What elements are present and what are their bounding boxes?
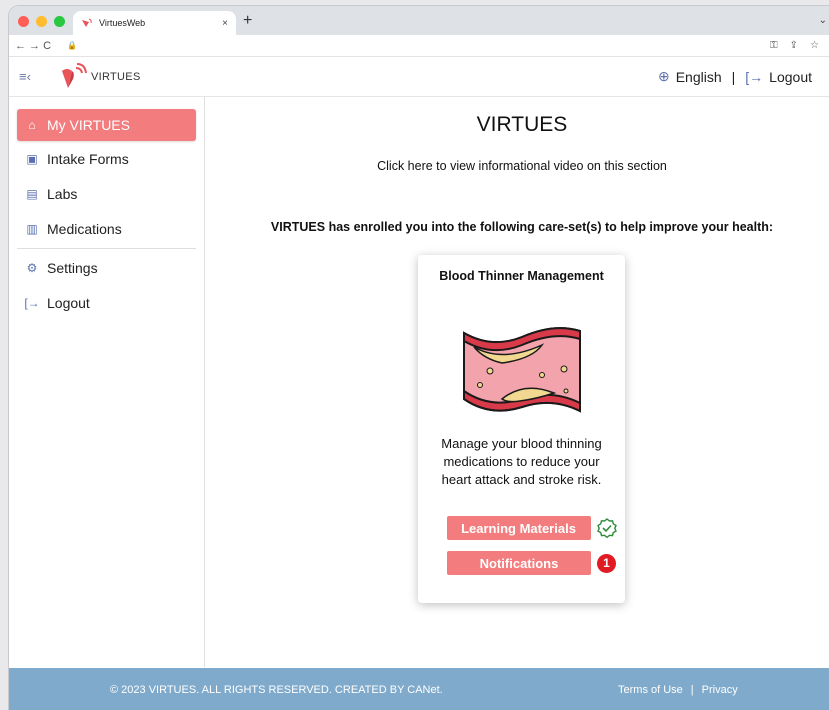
- sidebar-item-labs[interactable]: ▤ Labs: [17, 177, 196, 211]
- privacy-link[interactable]: Privacy: [702, 684, 738, 696]
- notifications-row: Notifications 1: [438, 551, 625, 575]
- tab-close-icon[interactable]: ×: [222, 18, 228, 29]
- sidebar-item-settings[interactable]: ⚙ Settings: [17, 251, 196, 285]
- language-selector[interactable]: English: [676, 69, 722, 85]
- sidebar-item-label: Intake Forms: [47, 151, 129, 167]
- informational-video-link[interactable]: Click here to view informational video o…: [205, 159, 829, 173]
- menu-collapse-icon[interactable]: ≡‹: [19, 69, 45, 84]
- page-title: VIRTUES: [476, 113, 568, 136]
- medication-list-icon: ▥: [26, 222, 38, 236]
- sidebar-item-medications[interactable]: ▥ Medications: [17, 212, 196, 246]
- bookmark-star-icon[interactable]: ☆: [810, 40, 819, 51]
- sidebar: ⌂ My VIRTUES ▣ Intake Forms ▤ Labs ▥ Med…: [9, 97, 205, 667]
- key-icon[interactable]: ⚿: [770, 40, 778, 51]
- logout-icon: [→: [24, 296, 40, 310]
- logout-icon: [→: [745, 68, 764, 85]
- learning-materials-button[interactable]: Learning Materials: [446, 516, 591, 540]
- care-set-title: Blood Thinner Management: [439, 269, 604, 283]
- care-set-card: Blood Thinner Management Manage your blo…: [418, 255, 625, 603]
- app-header: ≡‹ VIRTUES ⊕ English | [→ Logout: [9, 57, 829, 97]
- address-bar: ← → C 🔒 ⚿ ⇪ ☆: [9, 35, 829, 57]
- sidebar-item-intake-forms[interactable]: ▣ Intake Forms: [17, 142, 196, 176]
- new-tab-button[interactable]: +: [243, 12, 252, 30]
- clipboard-icon: ▣: [26, 152, 38, 166]
- browser-tab[interactable]: VirtuesWeb ×: [73, 11, 236, 35]
- tab-menu-icon[interactable]: ⌄: [819, 15, 827, 26]
- card-actions: Learning Materials Notifications 1: [418, 516, 625, 575]
- learning-row: Learning Materials: [438, 516, 625, 540]
- header-separator: |: [731, 68, 736, 85]
- sidebar-item-label: Medications: [47, 221, 122, 237]
- footer-separator: |: [690, 684, 694, 696]
- brand-logo[interactable]: VIRTUES: [59, 62, 141, 91]
- verified-check-icon: [596, 518, 617, 538]
- sidebar-divider: [17, 248, 196, 249]
- close-window-button[interactable]: [18, 16, 29, 27]
- care-set-description: Manage your blood thinning medications t…: [441, 436, 602, 487]
- minimize-window-button[interactable]: [36, 16, 47, 27]
- window-controls: [18, 16, 65, 27]
- document-icon: ▤: [26, 187, 38, 201]
- header-actions: ⊕ English | [→ Logout: [658, 68, 812, 85]
- tab-strip: VirtuesWeb × + ⌄: [9, 6, 829, 35]
- virtues-logo-icon: [62, 62, 87, 88]
- nav-buttons[interactable]: ← → C: [15, 40, 51, 52]
- globe-icon: ⊕: [657, 68, 670, 84]
- copyright-text: © 2023 VIRTUES. ALL RIGHTS RESERVED. CRE…: [110, 684, 443, 696]
- artery-illustration-icon: [462, 327, 581, 413]
- lock-icon: 🔒: [67, 41, 78, 50]
- home-icon: ⌂: [28, 118, 36, 132]
- address-bar-actions: ⚿ ⇪ ☆: [770, 40, 819, 51]
- main-content: VIRTUES Click here to view informational…: [205, 97, 829, 667]
- tab-title: VirtuesWeb: [99, 18, 146, 28]
- favicon-icon: [82, 18, 92, 27]
- sidebar-item-label: Settings: [47, 260, 98, 276]
- notification-count-badge: 1: [597, 553, 616, 573]
- footer: © 2023 VIRTUES. ALL RIGHTS RESERVED. CRE…: [9, 668, 829, 710]
- notifications-button[interactable]: Notifications: [447, 551, 591, 575]
- enrollment-message: VIRTUES has enrolled you into the follow…: [270, 220, 774, 234]
- sidebar-item-my-virtues[interactable]: ⌂ My VIRTUES: [17, 109, 196, 141]
- brand-name: VIRTUES: [91, 70, 141, 83]
- sidebar-item-label: Labs: [47, 186, 78, 202]
- sidebar-item-label: My VIRTUES: [47, 117, 130, 133]
- terms-of-use-link[interactable]: Terms of Use: [618, 684, 683, 696]
- sidebar-item-label: Logout: [47, 295, 90, 311]
- browser-window: VirtuesWeb × + ⌄ ← → C 🔒 ⚿ ⇪ ☆ ≡‹ VIRTUE…: [9, 6, 829, 710]
- sidebar-item-logout[interactable]: [→ Logout: [17, 286, 196, 320]
- header-logout-link[interactable]: Logout: [769, 69, 812, 85]
- share-icon[interactable]: ⇪: [790, 40, 798, 51]
- footer-links: Terms of Use | Privacy: [618, 684, 738, 696]
- maximize-window-button[interactable]: [54, 16, 65, 27]
- app-body: ⌂ My VIRTUES ▣ Intake Forms ▤ Labs ▥ Med…: [9, 97, 829, 667]
- gear-icon: ⚙: [26, 261, 38, 275]
